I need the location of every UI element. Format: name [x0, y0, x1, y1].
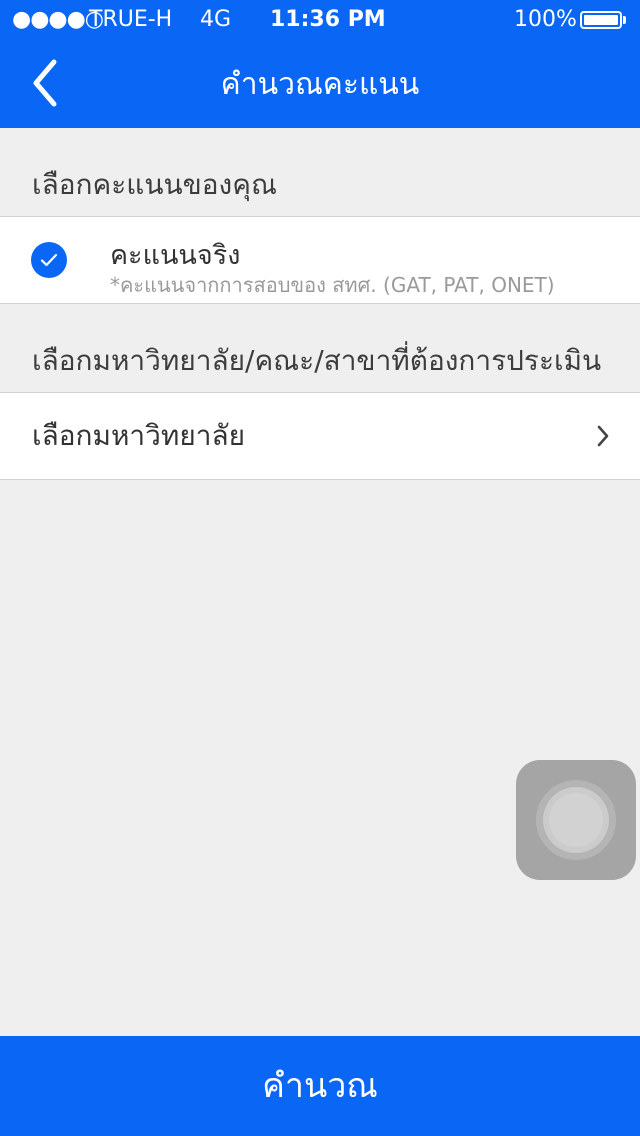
battery-icon — [580, 11, 622, 29]
chevron-left-icon — [33, 59, 57, 107]
actual-score-description: *คะแนนจากการสอบของ สทศ. (GAT, PAT, ONET) — [110, 273, 555, 297]
calculate-button[interactable]: คำนวณ — [0, 1036, 640, 1136]
page-title: คำนวณคะแนน — [220, 67, 420, 102]
chevron-right-icon — [597, 425, 609, 447]
select-university-label: เลือกมหาวิทยาลัย — [32, 419, 246, 452]
carrier-name: TRUE-H — [89, 7, 173, 32]
assistive-touch-button[interactable] — [516, 760, 636, 880]
checkmark-icon — [31, 242, 67, 278]
battery-percentage: 100% — [514, 7, 577, 32]
university-section-header: เลือกมหาวิทยาลัย/คณะ/สาขาที่ต้องการประเม… — [32, 344, 602, 377]
assistive-touch-core — [549, 793, 603, 847]
status-time: 11:36 PM — [270, 7, 386, 32]
battery-tip — [623, 16, 626, 24]
battery-fill — [584, 15, 618, 25]
score-section-header: เลือกคะแนนของคุณ — [32, 168, 277, 201]
network-type: 4G — [200, 7, 232, 32]
select-university-row[interactable]: เลือกมหาวิทยาลัย — [0, 392, 640, 480]
status-bar: ●●●●○ TRUE-H 4G 11:36 PM 100% — [0, 0, 640, 40]
actual-score-option[interactable]: คะแนนจริง *คะแนนจากการสอบของ สทศ. (GAT, … — [0, 216, 640, 304]
back-button[interactable] — [22, 54, 72, 112]
checkmark-glyph — [40, 253, 58, 267]
navigation-header: ●●●●○ TRUE-H 4G 11:36 PM 100% คำนวณคะแนน — [0, 0, 640, 128]
